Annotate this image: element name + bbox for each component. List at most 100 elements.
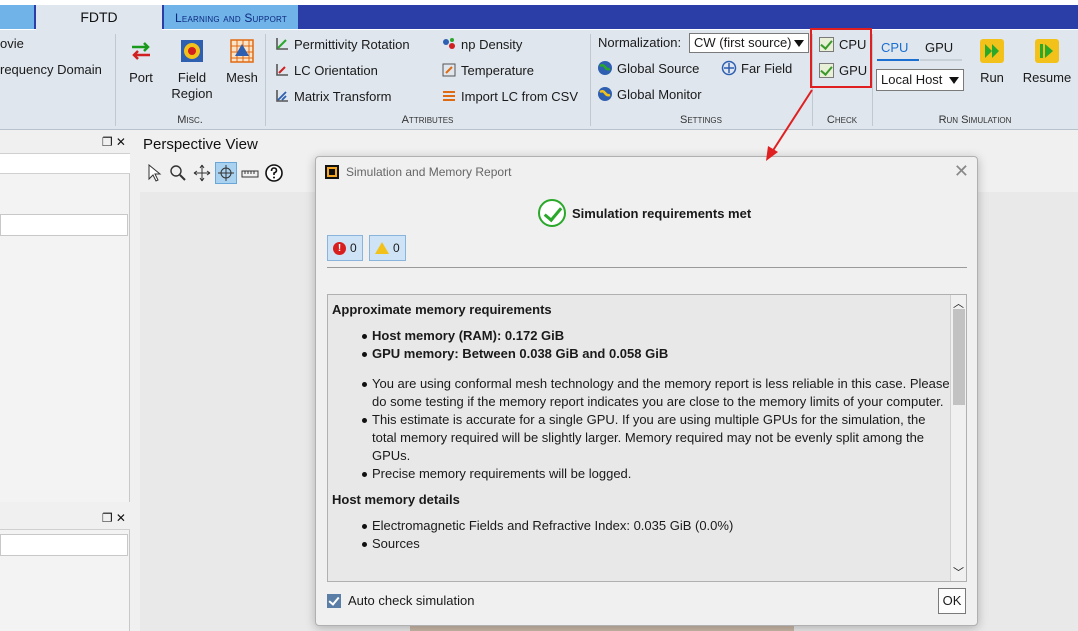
tab-learning-support[interactable]: Learning and Support	[164, 5, 298, 29]
port-button[interactable]: Port	[124, 38, 158, 86]
matrix-transform-button[interactable]: Matrix Transform	[274, 86, 392, 106]
lc-orientation-button[interactable]: LC Orientation	[274, 60, 378, 80]
group-separator	[115, 34, 116, 126]
normalization-select[interactable]: CW (first source)	[689, 33, 809, 53]
run-button[interactable]: Run	[976, 38, 1008, 86]
global-source-button[interactable]: Global Source	[597, 58, 699, 78]
panel-restore-close-icon[interactable]: ❐ ✕	[102, 135, 126, 149]
settings-group-label: Settings	[679, 114, 722, 126]
run-tab-gpu[interactable]: GPU	[925, 40, 953, 55]
panel-column-header	[0, 214, 128, 236]
group-separator	[872, 34, 873, 126]
run-icon	[979, 38, 1005, 64]
close-icon[interactable]: ✕	[954, 161, 969, 182]
ribbon-tab-bar: FDTD Learning and Support	[0, 0, 1078, 30]
warning-count-button[interactable]: 0	[369, 235, 406, 261]
global-monitor-label: Global Monitor	[617, 86, 702, 102]
view-toolbar	[143, 162, 285, 188]
matrix-transform-label: Matrix Transform	[294, 88, 392, 104]
group-separator	[590, 34, 591, 126]
scrollbar-thumb[interactable]	[953, 309, 965, 405]
mesh-icon	[229, 38, 255, 64]
temperature-button[interactable]: Temperature	[441, 60, 534, 80]
matrix-transform-icon	[274, 88, 290, 104]
group-separator	[265, 34, 266, 126]
chevron-down-icon	[949, 77, 959, 84]
ribbon: ovie requency Domain Port Field Region M…	[0, 30, 1078, 130]
np-density-button[interactable]: np Density	[441, 34, 522, 54]
panel-header: ❐ ✕	[0, 508, 130, 530]
global-source-label: Global Source	[617, 60, 700, 76]
memory-notes-list: You are using conformal mesh technology …	[332, 375, 950, 483]
tab-fdtd[interactable]: FDTD	[36, 5, 162, 30]
left-panel-bottom: ❐ ✕	[0, 508, 130, 631]
list-item: You are using conformal mesh technology …	[362, 375, 950, 411]
field-region-button[interactable]: Field Region	[170, 38, 214, 102]
np-density-label: np Density	[461, 36, 523, 52]
report-text-area[interactable]: Approximate memory requirements Host mem…	[327, 294, 967, 582]
status-message: Simulation requirements met	[538, 199, 751, 227]
host-details-list: Electromagnetic Fields and Refractive In…	[332, 517, 950, 553]
checkbox-checked-icon	[327, 593, 341, 608]
help-icon[interactable]	[263, 162, 285, 184]
dialog-title: Simulation and Memory Report	[346, 165, 512, 179]
mesh-button[interactable]: Mesh	[224, 38, 260, 86]
run-tab-cpu-underline	[877, 59, 919, 61]
movie-item[interactable]: ovie	[0, 36, 24, 51]
attributes-group-label: Attributes	[401, 114, 454, 126]
error-count-button[interactable]: ! 0	[327, 235, 363, 261]
approx-memory-heading: Approximate memory requirements	[332, 302, 552, 317]
far-field-label: Far Field	[741, 60, 793, 76]
auto-check-label: Auto check simulation	[348, 593, 475, 608]
app-icon	[325, 165, 339, 179]
far-field-button[interactable]: Far Field	[721, 58, 792, 78]
import-lc-label: Import LC from CSV	[461, 88, 579, 104]
run-group-label: Run Simulation	[938, 114, 1012, 126]
panel-toolbar	[0, 154, 130, 174]
memory-summary-list: Host memory (RAM): 0.172 GiB GPU memory:…	[332, 327, 950, 363]
host-memory-details-heading: Host memory details	[332, 492, 460, 507]
lc-orientation-icon	[274, 62, 290, 78]
frequency-domain-item[interactable]: requency Domain	[0, 62, 102, 77]
global-monitor-button[interactable]: Global Monitor	[597, 84, 702, 104]
resume-button[interactable]: Resume	[1022, 38, 1072, 86]
warning-count: 0	[393, 241, 400, 255]
ok-button[interactable]: OK	[938, 588, 966, 614]
permittivity-rotation-button[interactable]: Permittivity Rotation	[274, 34, 410, 54]
error-icon: !	[333, 241, 346, 255]
tab-previous[interactable]	[0, 5, 34, 29]
pan-icon[interactable]	[191, 162, 213, 184]
globe-icon	[597, 86, 613, 102]
check-highlight-box	[810, 28, 872, 88]
list-item: Sources	[362, 535, 950, 553]
resume-icon	[1034, 38, 1060, 64]
temperature-label: Temperature	[461, 62, 534, 78]
mesh-label: Mesh	[226, 70, 258, 85]
field-region-icon	[179, 38, 205, 64]
import-lc-button[interactable]: Import LC from CSV	[441, 86, 578, 106]
permittivity-rotation-icon	[274, 36, 290, 52]
permittivity-rotation-label: Permittivity Rotation	[294, 36, 410, 52]
port-icon	[128, 38, 154, 64]
select-tool-icon[interactable]	[143, 162, 165, 184]
auto-check-checkbox[interactable]: Auto check simulation	[327, 593, 474, 608]
simulation-memory-report-dialog: Simulation and Memory Report ✕ Simulatio…	[315, 156, 978, 626]
rotate-icon[interactable]	[215, 162, 237, 184]
status-text: Simulation requirements met	[572, 205, 752, 221]
zoom-icon[interactable]	[167, 162, 189, 184]
host-select[interactable]: Local Host	[876, 69, 964, 91]
vertical-scrollbar[interactable]: ︿ ﹀	[950, 295, 966, 581]
ruler-icon[interactable]	[239, 162, 261, 184]
chevron-down-icon[interactable]: ﹀	[953, 564, 964, 580]
panel-column-header	[0, 534, 128, 556]
perspective-view-title: Perspective View	[143, 136, 258, 153]
list-item: GPU memory: Between 0.038 GiB and 0.058 …	[362, 345, 950, 363]
misc-group-label: Misc.	[177, 114, 203, 126]
temperature-icon	[441, 62, 457, 78]
resume-label: Resume	[1022, 70, 1072, 85]
lc-orientation-label: LC Orientation	[294, 62, 378, 78]
panel-restore-close-icon[interactable]: ❐ ✕	[102, 511, 126, 525]
host-value: Local Host	[881, 72, 943, 87]
run-tab-cpu[interactable]: CPU	[881, 40, 908, 55]
globe-icon	[597, 60, 613, 76]
